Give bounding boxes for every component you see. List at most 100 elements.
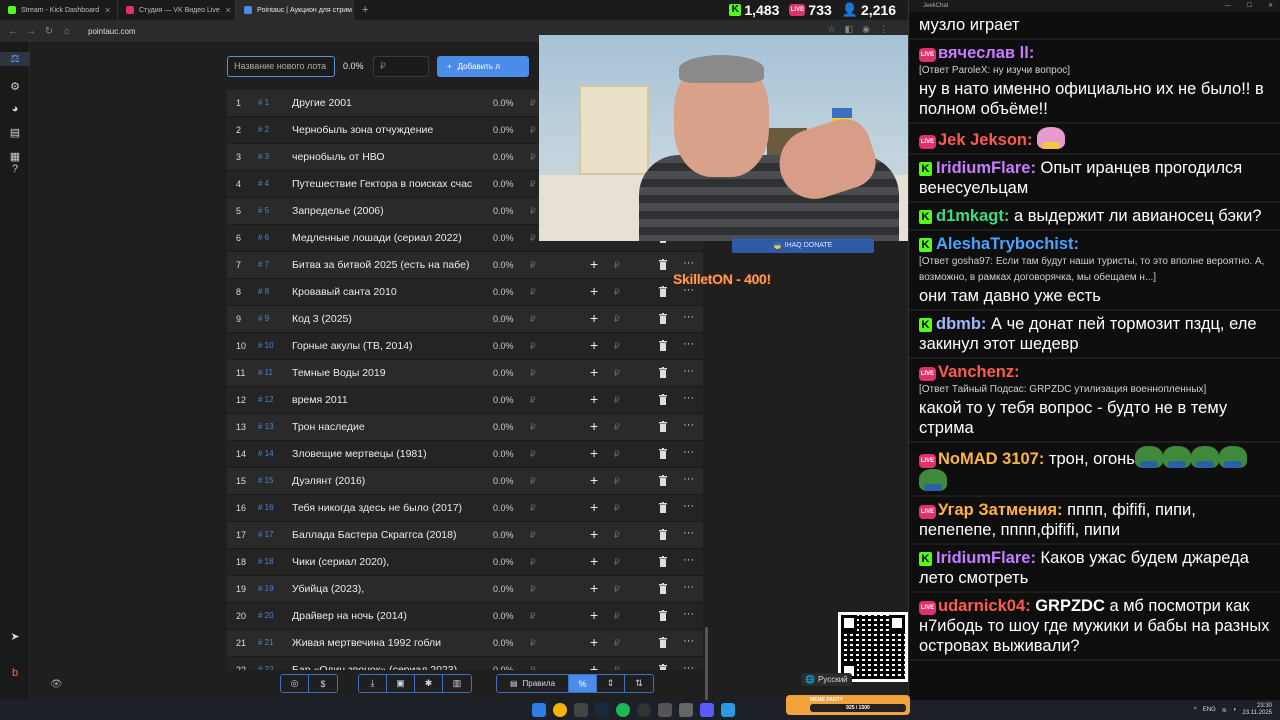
lot-title[interactable]: Бар «Один звонок» (сериал 2023) — [292, 664, 482, 670]
add-amount-button[interactable]: + — [590, 472, 598, 488]
menu-icon[interactable]: ⋮ — [879, 24, 888, 35]
obs-icon[interactable] — [637, 703, 651, 717]
add-amount-input[interactable]: ₽ — [614, 530, 620, 541]
chat-username[interactable]: udarnick04: — [938, 597, 1031, 615]
chat-username[interactable]: dbmb: — [936, 315, 986, 333]
more-icon[interactable]: ··· — [683, 311, 694, 323]
add-amount-input[interactable]: ₽ — [614, 449, 620, 460]
chrome-icon[interactable] — [553, 703, 567, 717]
new-lot-input[interactable]: Название нового лота — [227, 56, 335, 77]
lot-title[interactable]: Темные Воды 2019 — [292, 367, 482, 379]
chat-username[interactable]: вячеслав ll: — [938, 44, 1034, 62]
lot-title[interactable]: Баллада Бастера Скраггса (2018) — [292, 529, 482, 541]
add-amount-input[interactable]: ₽ — [614, 395, 620, 406]
save-icon[interactable]: ▣ — [387, 675, 415, 692]
lot-title[interactable]: Чики (сериал 2020), — [292, 556, 482, 568]
spotify-icon[interactable] — [616, 703, 630, 717]
wheel-nav-icon[interactable]: ◕ — [8, 102, 22, 116]
donate-button[interactable]: IHAQ DONATE — [732, 238, 874, 253]
more-icon[interactable]: ··· — [683, 446, 694, 458]
close-tab-icon[interactable]: ✕ — [104, 6, 111, 15]
add-amount-button[interactable]: + — [590, 607, 598, 623]
app-icon[interactable] — [658, 703, 672, 717]
add-amount-button[interactable]: + — [590, 661, 598, 670]
language-selector[interactable]: 🌐 Русский — [801, 673, 852, 686]
github-icon[interactable]: ◎ — [281, 675, 309, 692]
lot-title[interactable]: Дуэлянт (2016) — [292, 475, 482, 487]
chat-username[interactable]: NoMAD 3107: — [938, 450, 1044, 468]
reload-icon[interactable]: ↻ — [44, 26, 54, 37]
trash-icon[interactable] — [659, 286, 667, 297]
home-icon[interactable]: ⌂ — [62, 26, 72, 37]
trash-icon[interactable] — [659, 367, 667, 378]
lot-title[interactable]: Драйвер на ночь (2014) — [292, 610, 482, 622]
app-icon[interactable] — [700, 703, 714, 717]
add-amount-input[interactable]: ₽ — [614, 476, 620, 487]
profile-icon[interactable]: ◉ — [862, 24, 870, 35]
add-amount-input[interactable]: ₽ — [614, 638, 620, 649]
add-amount-button[interactable]: + — [590, 553, 598, 569]
chat-username[interactable]: AleshaTrybochist: — [936, 235, 1079, 253]
more-icon[interactable]: ··· — [683, 392, 694, 404]
steam-icon[interactable] — [595, 703, 609, 717]
more-icon[interactable]: ··· — [683, 473, 694, 485]
settings-nav-icon[interactable]: ⚙ — [8, 80, 22, 94]
add-amount-button[interactable]: + — [590, 283, 598, 299]
add-amount-input[interactable]: ₽ — [614, 557, 620, 568]
add-amount-input[interactable]: ₽ — [614, 611, 620, 622]
add-amount-button[interactable]: + — [590, 499, 598, 515]
trash-icon[interactable] — [659, 502, 667, 513]
more-icon[interactable]: ··· — [683, 257, 694, 269]
lot-title[interactable]: время 2011 — [292, 394, 482, 406]
add-amount-button[interactable]: + — [590, 310, 598, 326]
more-icon[interactable]: ··· — [683, 419, 694, 431]
add-amount-button[interactable]: + — [590, 391, 598, 407]
auction-nav-icon[interactable]: ⚖ — [0, 52, 30, 66]
lot-title[interactable]: Запределье (2006) — [292, 205, 482, 217]
download-icon[interactable]: ⤓ — [359, 675, 387, 692]
trash-icon[interactable] — [659, 556, 667, 567]
tab-pointauc[interactable]: Pointauc | Аукцион для стрим ✕ — [236, 0, 354, 20]
app-icon[interactable] — [679, 703, 693, 717]
lot-title[interactable]: Убийца (2023), — [292, 583, 482, 595]
percent-toggle[interactable]: % — [569, 675, 597, 692]
lot-title[interactable]: чернобыль от НВО — [292, 151, 482, 163]
add-amount-input[interactable]: ₽ — [614, 665, 620, 670]
chat-username[interactable]: Угар Затмения: — [938, 501, 1063, 519]
bug-icon[interactable]: ✱ — [415, 675, 443, 692]
lot-title[interactable]: Зловещие мертвецы (1981) — [292, 448, 482, 460]
lot-title[interactable]: Код 3 (2025) — [292, 313, 482, 325]
lot-title[interactable]: Кровавый санта 2010 — [292, 286, 482, 298]
trash-icon[interactable] — [659, 475, 667, 486]
chat-username[interactable]: Vanchenz: — [938, 363, 1020, 381]
minimize-icon[interactable]: — — [1225, 0, 1231, 12]
chat-username[interactable]: IridiumFlare: — [936, 159, 1036, 177]
more-icon[interactable]: ··· — [683, 608, 694, 620]
add-amount-button[interactable]: + — [590, 634, 598, 650]
trash-icon[interactable] — [659, 394, 667, 405]
url-field[interactable]: pointauc.com — [88, 27, 136, 36]
wifi-icon[interactable]: ≋ — [1222, 707, 1227, 714]
trash-icon[interactable] — [659, 610, 667, 621]
app-icon[interactable] — [721, 703, 735, 717]
back-icon[interactable]: ← — [8, 26, 18, 37]
trash-icon[interactable] — [659, 583, 667, 594]
trash-icon[interactable] — [659, 664, 667, 670]
more-icon[interactable]: ··· — [683, 500, 694, 512]
trash-icon[interactable] — [659, 448, 667, 459]
add-amount-button[interactable]: + — [590, 418, 598, 434]
windows-start-icon[interactable] — [532, 703, 546, 717]
rules-button[interactable]: ▤ Правила — [497, 675, 569, 692]
amount-input[interactable]: ₽ — [373, 56, 429, 77]
lot-title[interactable]: Живая мертвечина 1992 гобли — [292, 637, 482, 649]
add-amount-button[interactable]: + — [590, 256, 598, 272]
delete-all-icon[interactable]: ▥ — [443, 675, 471, 692]
more-icon[interactable]: ··· — [683, 662, 694, 670]
telegram-nav-icon[interactable]: ➤ — [8, 630, 22, 644]
dollar-icon[interactable]: $ — [309, 675, 337, 692]
add-amount-button[interactable]: + — [590, 580, 598, 596]
compress-icon[interactable]: ⇕ — [597, 675, 625, 692]
chat-username[interactable]: Jek Jekson: — [938, 131, 1032, 149]
add-amount-input[interactable]: ₽ — [614, 422, 620, 433]
add-amount-button[interactable]: + — [590, 337, 598, 353]
